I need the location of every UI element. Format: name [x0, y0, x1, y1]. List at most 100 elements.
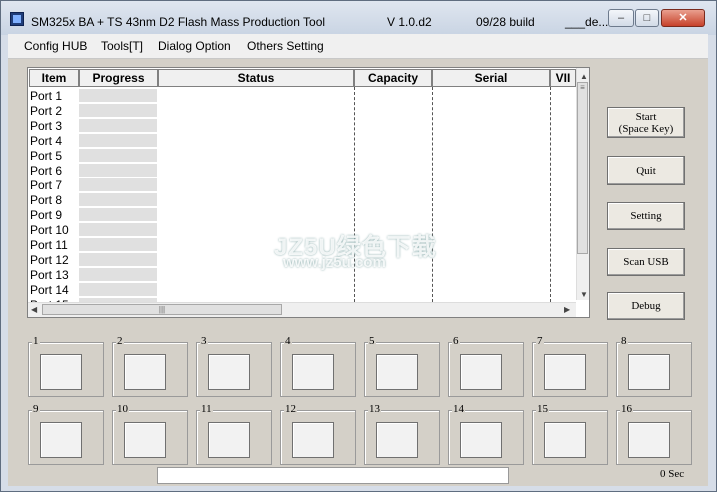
menu-config-hub[interactable]: Config HUB: [24, 39, 87, 53]
port-slot-indicator[interactable]: [544, 354, 586, 390]
port-slot-indicator[interactable]: [460, 422, 502, 458]
port-slot-indicator[interactable]: [376, 354, 418, 390]
port-slot-indicator[interactable]: [376, 422, 418, 458]
port-slot-indicator[interactable]: [124, 354, 166, 390]
port-slot: 10: [112, 403, 188, 465]
port-slot-number: 15: [536, 403, 549, 415]
version-label: V 1.0.d2: [387, 15, 432, 29]
horizontal-scroll-thumb[interactable]: |||: [42, 304, 282, 315]
port-slot: 5: [364, 335, 440, 397]
port-slot-indicator[interactable]: [208, 422, 250, 458]
port-slot-number: 7: [536, 335, 544, 347]
title-bar[interactable]: SM325x BA + TS 43nm D2 Flash Mass Produc…: [1, 1, 716, 35]
port-table[interactable]: Item Progress Status Capacity Serial VII…: [27, 67, 590, 318]
port-row-label[interactable]: Port 10: [30, 223, 69, 237]
start-button[interactable]: Start (Space Key): [607, 107, 685, 138]
close-icon[interactable]: ✕: [661, 9, 705, 27]
maximize-icon[interactable]: □: [635, 9, 659, 27]
menu-bar: Config HUB Tools[T] Dialog Option Others…: [8, 34, 708, 59]
port-slot-number: 8: [620, 335, 628, 347]
debug-button[interactable]: Debug: [607, 292, 685, 320]
header-capacity[interactable]: Capacity: [354, 69, 432, 87]
port-slot: 15: [532, 403, 608, 465]
scan-usb-button[interactable]: Scan USB: [607, 248, 685, 276]
port-slot: 6: [448, 335, 524, 397]
port-row-label[interactable]: Port 3: [30, 119, 62, 133]
port-slot-number: 12: [284, 403, 297, 415]
header-progress[interactable]: Progress: [79, 69, 158, 87]
port-slot-indicator[interactable]: [292, 354, 334, 390]
port-slot-number: 1: [32, 335, 40, 347]
port-slot-indicator[interactable]: [124, 422, 166, 458]
port-slot: 12: [280, 403, 356, 465]
port-slot: 7: [532, 335, 608, 397]
start-sublabel: (Space Key): [618, 122, 674, 135]
port-slot-indicator[interactable]: [292, 422, 334, 458]
elapsed-time: 0 Sec: [660, 468, 685, 480]
setting-button[interactable]: Setting: [607, 202, 685, 230]
port-row-label[interactable]: Port 1: [30, 89, 62, 103]
port-slot: 13: [364, 403, 440, 465]
menu-dialog-option[interactable]: Dialog Option: [158, 39, 231, 53]
build-label: 09/28 build: [476, 15, 535, 29]
port-row-label[interactable]: Port 9: [30, 208, 62, 222]
port-slot-indicator[interactable]: [208, 354, 250, 390]
port-row-label[interactable]: Port 11: [30, 238, 68, 252]
progress-cell: [79, 103, 157, 118]
vertical-scroll-thumb[interactable]: ≡: [577, 82, 588, 254]
scroll-up-icon[interactable]: ▲: [580, 72, 588, 81]
port-slot: 16: [616, 403, 692, 465]
port-row-label[interactable]: Port 14: [30, 283, 69, 297]
port-slot-indicator[interactable]: [40, 422, 82, 458]
port-slot-number: 16: [620, 403, 633, 415]
header-serial[interactable]: Serial: [432, 69, 550, 87]
port-slot: 11: [196, 403, 272, 465]
port-slot: 9: [28, 403, 104, 465]
port-slot-number: 11: [200, 403, 213, 415]
port-slot-indicator[interactable]: [544, 422, 586, 458]
progress-cell: [79, 252, 157, 267]
header-item[interactable]: Item: [29, 69, 79, 87]
port-slot-number: 5: [368, 335, 376, 347]
port-slot-indicator[interactable]: [628, 422, 670, 458]
menu-others-setting[interactable]: Others Setting: [247, 39, 324, 53]
port-row-label[interactable]: Port 4: [30, 134, 62, 148]
progress-cell: [79, 178, 157, 193]
port-row-label[interactable]: Port 6: [30, 164, 62, 178]
port-row-label[interactable]: Port 8: [30, 193, 62, 207]
start-label: Start: [635, 110, 657, 123]
port-row-label[interactable]: Port 7: [30, 178, 62, 192]
minimize-icon[interactable]: –: [608, 9, 634, 27]
app-icon: [10, 12, 24, 26]
port-slot-number: 13: [368, 403, 381, 415]
port-slot: 4: [280, 335, 356, 397]
progress-cell: [79, 133, 157, 148]
port-slot-number: 6: [452, 335, 460, 347]
progress-cell: [79, 208, 157, 223]
port-slot-number: 2: [116, 335, 124, 347]
progress-cell: [79, 89, 157, 103]
scroll-right-icon[interactable]: ▶: [564, 305, 570, 314]
progress-cell: [79, 193, 157, 208]
port-row-label[interactable]: Port 2: [30, 104, 62, 118]
column-divider: [432, 87, 433, 302]
column-divider: [550, 87, 551, 302]
port-row-label[interactable]: Port 13: [30, 268, 69, 282]
port-slot-indicator[interactable]: [628, 354, 670, 390]
port-slot-number: 3: [200, 335, 208, 347]
header-vid[interactable]: VII: [550, 69, 576, 87]
progress-cell: [79, 223, 157, 238]
progress-cell: [79, 267, 157, 282]
port-row-label[interactable]: Port 12: [30, 253, 69, 267]
scroll-left-icon[interactable]: ◀: [31, 305, 37, 314]
header-status[interactable]: Status: [158, 69, 354, 87]
progress-cell: [79, 163, 157, 178]
port-slot-indicator[interactable]: [40, 354, 82, 390]
quit-button[interactable]: Quit: [607, 156, 685, 185]
port-slot: 2: [112, 335, 188, 397]
progress-cell: [79, 282, 157, 297]
port-row-label[interactable]: Port 5: [30, 149, 62, 163]
menu-tools[interactable]: Tools[T]: [101, 39, 143, 53]
scroll-down-icon[interactable]: ▼: [580, 290, 588, 299]
port-slot-indicator[interactable]: [460, 354, 502, 390]
